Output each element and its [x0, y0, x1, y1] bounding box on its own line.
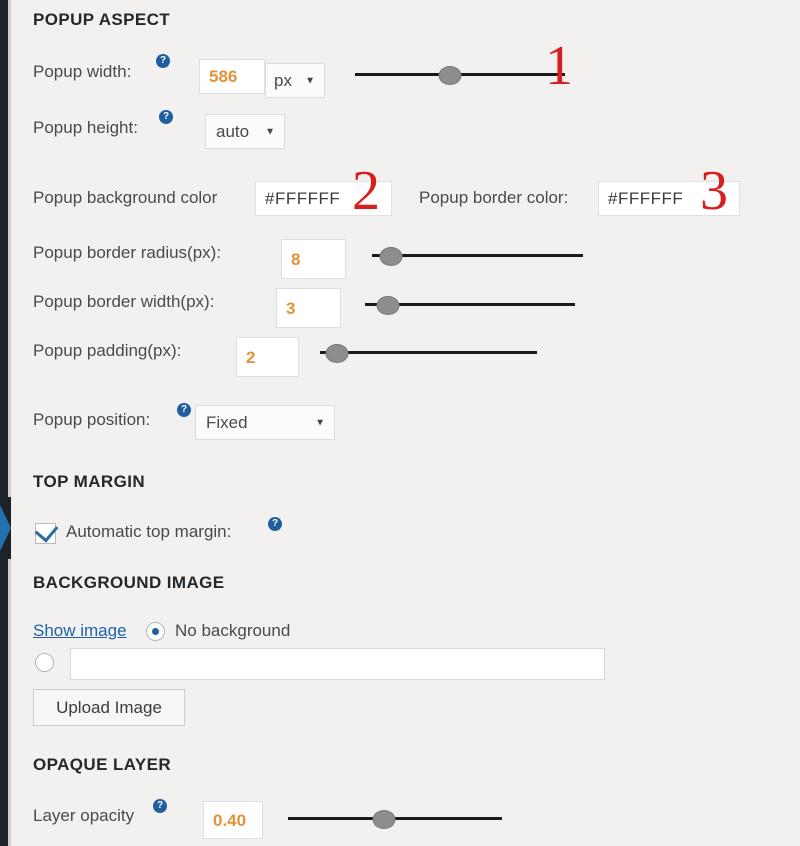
custom-image-radio[interactable]: [35, 653, 54, 672]
popup-border-width-input[interactable]: 3: [276, 288, 341, 328]
popup-height-select[interactable]: auto ▼: [205, 114, 285, 149]
popup-position-help-icon[interactable]: ?: [177, 403, 191, 417]
chevron-down-icon: ▼: [265, 126, 275, 137]
popup-border-color-label: Popup border color:: [419, 188, 569, 207]
section-heading-opaque-layer: OPAQUE LAYER: [33, 755, 171, 774]
section-heading-top-margin: TOP MARGIN: [33, 472, 145, 491]
popup-height-label: Popup height:: [33, 118, 138, 137]
annotation-number-2: 2: [352, 160, 380, 222]
sidebar-edge-divider: [8, 0, 11, 846]
popup-padding-label: Popup padding(px):: [33, 341, 182, 360]
popup-width-unit-value: px: [274, 70, 292, 90]
layer-opacity-input[interactable]: 0.40: [203, 801, 263, 839]
layer-opacity-label: Layer opacity: [33, 806, 135, 825]
popup-position-select[interactable]: Fixed ▼: [195, 405, 335, 440]
image-path-input[interactable]: [70, 648, 605, 680]
popup-position-label: Popup position:: [33, 410, 151, 429]
popup-position-value: Fixed: [206, 412, 248, 432]
admin-sidebar-rail: [0, 0, 8, 846]
annotation-number-3: 3: [700, 160, 728, 222]
popup-padding-slider[interactable]: [320, 344, 537, 363]
slider-track: [320, 351, 537, 354]
popup-border-radius-input[interactable]: 8: [281, 239, 346, 279]
popup-height-value: auto: [216, 121, 250, 141]
popup-border-radius-slider[interactable]: [372, 247, 583, 266]
popup-border-radius-label: Popup border radius(px):: [33, 243, 222, 262]
automatic-top-margin-label: Automatic top margin:: [66, 522, 232, 541]
checkmark-icon: [34, 518, 59, 543]
upload-image-button[interactable]: Upload Image: [33, 689, 185, 726]
layer-opacity-slider[interactable]: [288, 810, 502, 829]
automatic-top-margin-help-icon[interactable]: ?: [268, 517, 282, 531]
popup-width-input[interactable]: 586: [199, 59, 265, 94]
chevron-down-icon: ▼: [305, 75, 315, 86]
popup-width-unit-select[interactable]: px ▼: [265, 63, 325, 98]
popup-width-label: Popup width:: [33, 62, 132, 81]
popup-border-width-slider[interactable]: [365, 296, 575, 315]
slider-handle[interactable]: [325, 344, 349, 363]
popup-background-color-label: Popup background color: [33, 188, 218, 207]
no-background-radio[interactable]: [146, 622, 165, 641]
slider-handle[interactable]: [372, 810, 396, 829]
popup-padding-input[interactable]: 2: [236, 337, 299, 377]
show-image-link[interactable]: Show image: [33, 621, 127, 641]
annotation-number-1: 1: [545, 35, 573, 97]
slider-handle[interactable]: [379, 247, 403, 266]
section-heading-popup-aspect: POPUP ASPECT: [33, 10, 171, 29]
popup-width-help-icon[interactable]: ?: [156, 54, 170, 68]
slider-handle[interactable]: [376, 296, 400, 315]
popup-width-slider[interactable]: [355, 66, 565, 85]
slider-track: [372, 254, 583, 257]
slider-handle[interactable]: [438, 66, 461, 85]
section-heading-background-image: BACKGROUND IMAGE: [33, 573, 225, 592]
popup-height-help-icon[interactable]: ?: [159, 110, 173, 124]
layer-opacity-help-icon[interactable]: ?: [153, 799, 167, 813]
sidebar-collapse-arrow-icon[interactable]: [0, 497, 11, 559]
no-background-label: No background: [175, 621, 291, 640]
automatic-top-margin-checkbox[interactable]: [34, 518, 59, 544]
chevron-down-icon: ▼: [315, 417, 325, 428]
popup-border-width-label: Popup border width(px):: [33, 292, 215, 311]
settings-panel: POPUP ASPECT Popup width: ? 586 px ▼ 1 P…: [0, 0, 800, 846]
